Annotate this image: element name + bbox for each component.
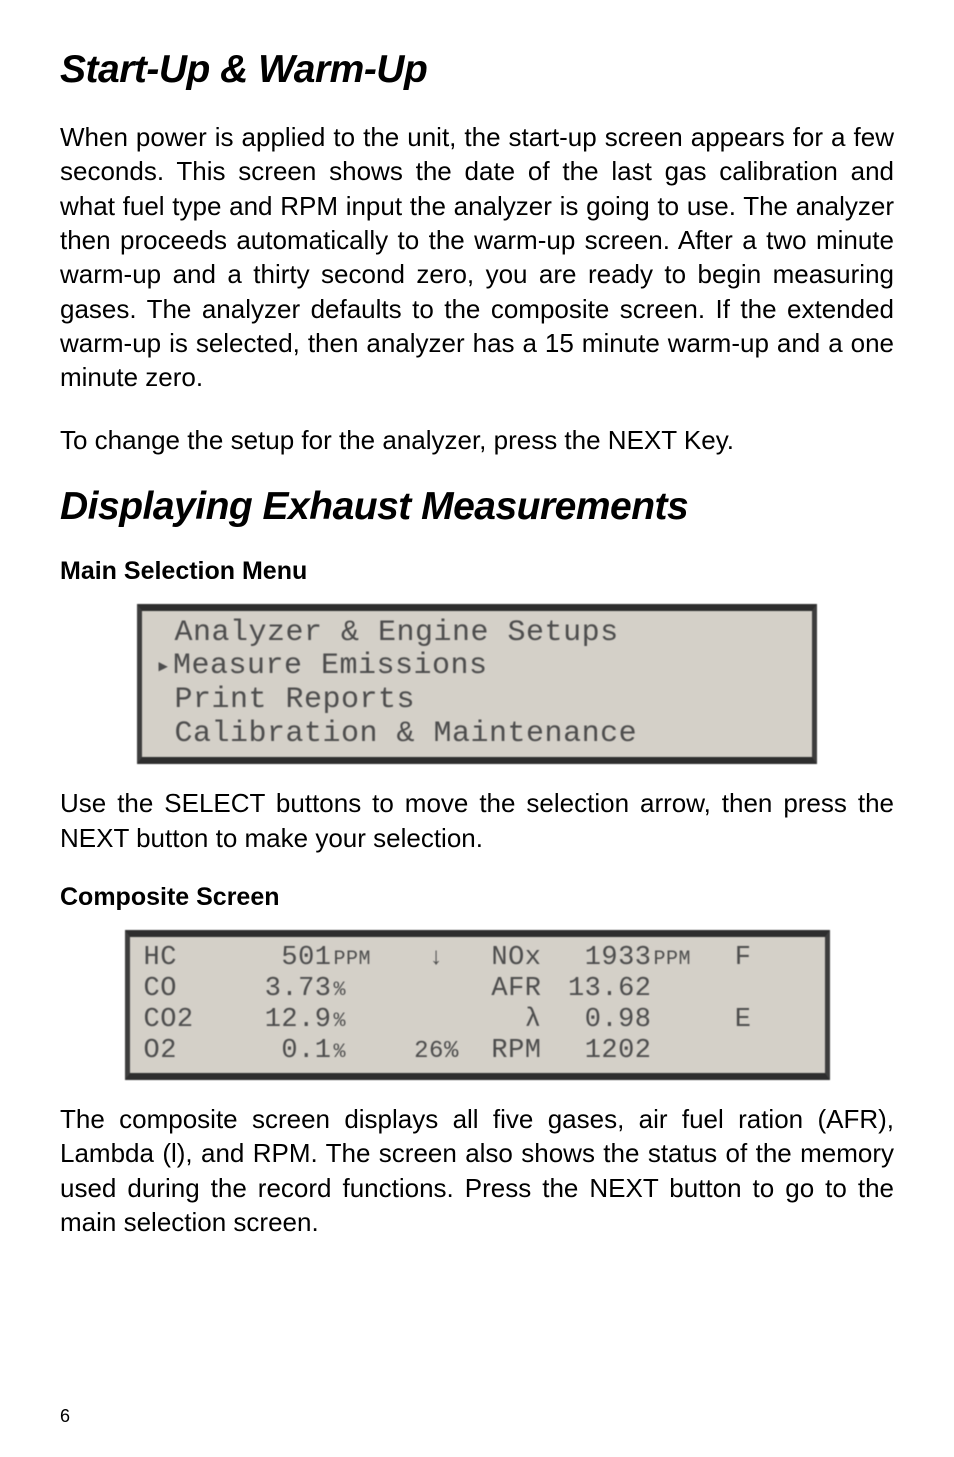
value-co: 3.73 xyxy=(202,974,332,1005)
heading-displaying: Displaying Exhaust Measurements xyxy=(60,485,894,529)
heading-startup: Start-Up & Warm-Up xyxy=(60,48,894,92)
unit-nox: PPM xyxy=(652,948,712,971)
composite-row-co: CO 3.73 % AFR 13.62 xyxy=(144,974,811,1005)
lcd-main-menu: Analyzer & Engine Setups Measure Emissio… xyxy=(137,604,817,764)
menu-item-measure-emissions: Measure Emissions xyxy=(156,650,798,684)
paragraph-select-instructions: Use the SELECT buttons to move the selec… xyxy=(60,786,894,855)
lcd-composite-screen: HC 501 PPM ↓ NOx 1933 PPM F CO 3.73 % AF… xyxy=(125,930,830,1080)
label-hc: HC xyxy=(144,943,202,974)
unit-o2: % xyxy=(332,1041,402,1064)
status-e: E xyxy=(712,1005,752,1036)
label-co: CO xyxy=(144,974,202,1005)
unit-hc: PPM xyxy=(332,948,402,971)
value-rpm: 1202 xyxy=(542,1036,652,1067)
label-rpm: RPM xyxy=(472,1036,542,1067)
paragraph-change-setup: To change the setup for the analyzer, pr… xyxy=(60,423,894,457)
unit-co: % xyxy=(332,979,402,1002)
label-co2: CO2 xyxy=(144,1005,202,1036)
paragraph-startup-desc: When power is applied to the unit, the s… xyxy=(60,120,894,395)
composite-row-co2: CO2 12.9 % λ 0.98 E xyxy=(144,1005,811,1036)
label-lambda: λ xyxy=(472,1005,542,1036)
value-co2: 12.9 xyxy=(202,1005,332,1036)
value-lambda: 0.98 xyxy=(542,1005,652,1036)
composite-row-o2: O2 0.1 % 26% RPM 1202 xyxy=(144,1036,811,1067)
menu-item-calibration: Calibration & Maintenance xyxy=(156,718,798,752)
value-hc: 501 xyxy=(202,943,332,974)
arrow-down-icon: ↓ xyxy=(402,945,472,973)
menu-item-analyzer-setups: Analyzer & Engine Setups xyxy=(156,617,798,651)
value-afr: 13.62 xyxy=(542,974,652,1005)
page-number: 6 xyxy=(60,1406,70,1427)
value-o2: 0.1 xyxy=(202,1036,332,1067)
label-afr: AFR xyxy=(472,974,542,1005)
menu-item-print-reports: Print Reports xyxy=(156,684,798,718)
subheading-composite: Composite Screen xyxy=(60,883,894,912)
paragraph-composite-desc: The composite screen displays all five g… xyxy=(60,1102,894,1239)
subheading-main-menu: Main Selection Menu xyxy=(60,557,894,586)
unit-co2: % xyxy=(332,1010,402,1033)
value-nox: 1933 xyxy=(542,943,652,974)
label-o2: O2 xyxy=(144,1036,202,1067)
label-nox: NOx xyxy=(472,943,542,974)
memory-percent: 26% xyxy=(402,1038,472,1066)
status-f: F xyxy=(712,943,752,974)
composite-row-hc: HC 501 PPM ↓ NOx 1933 PPM F xyxy=(144,943,811,974)
